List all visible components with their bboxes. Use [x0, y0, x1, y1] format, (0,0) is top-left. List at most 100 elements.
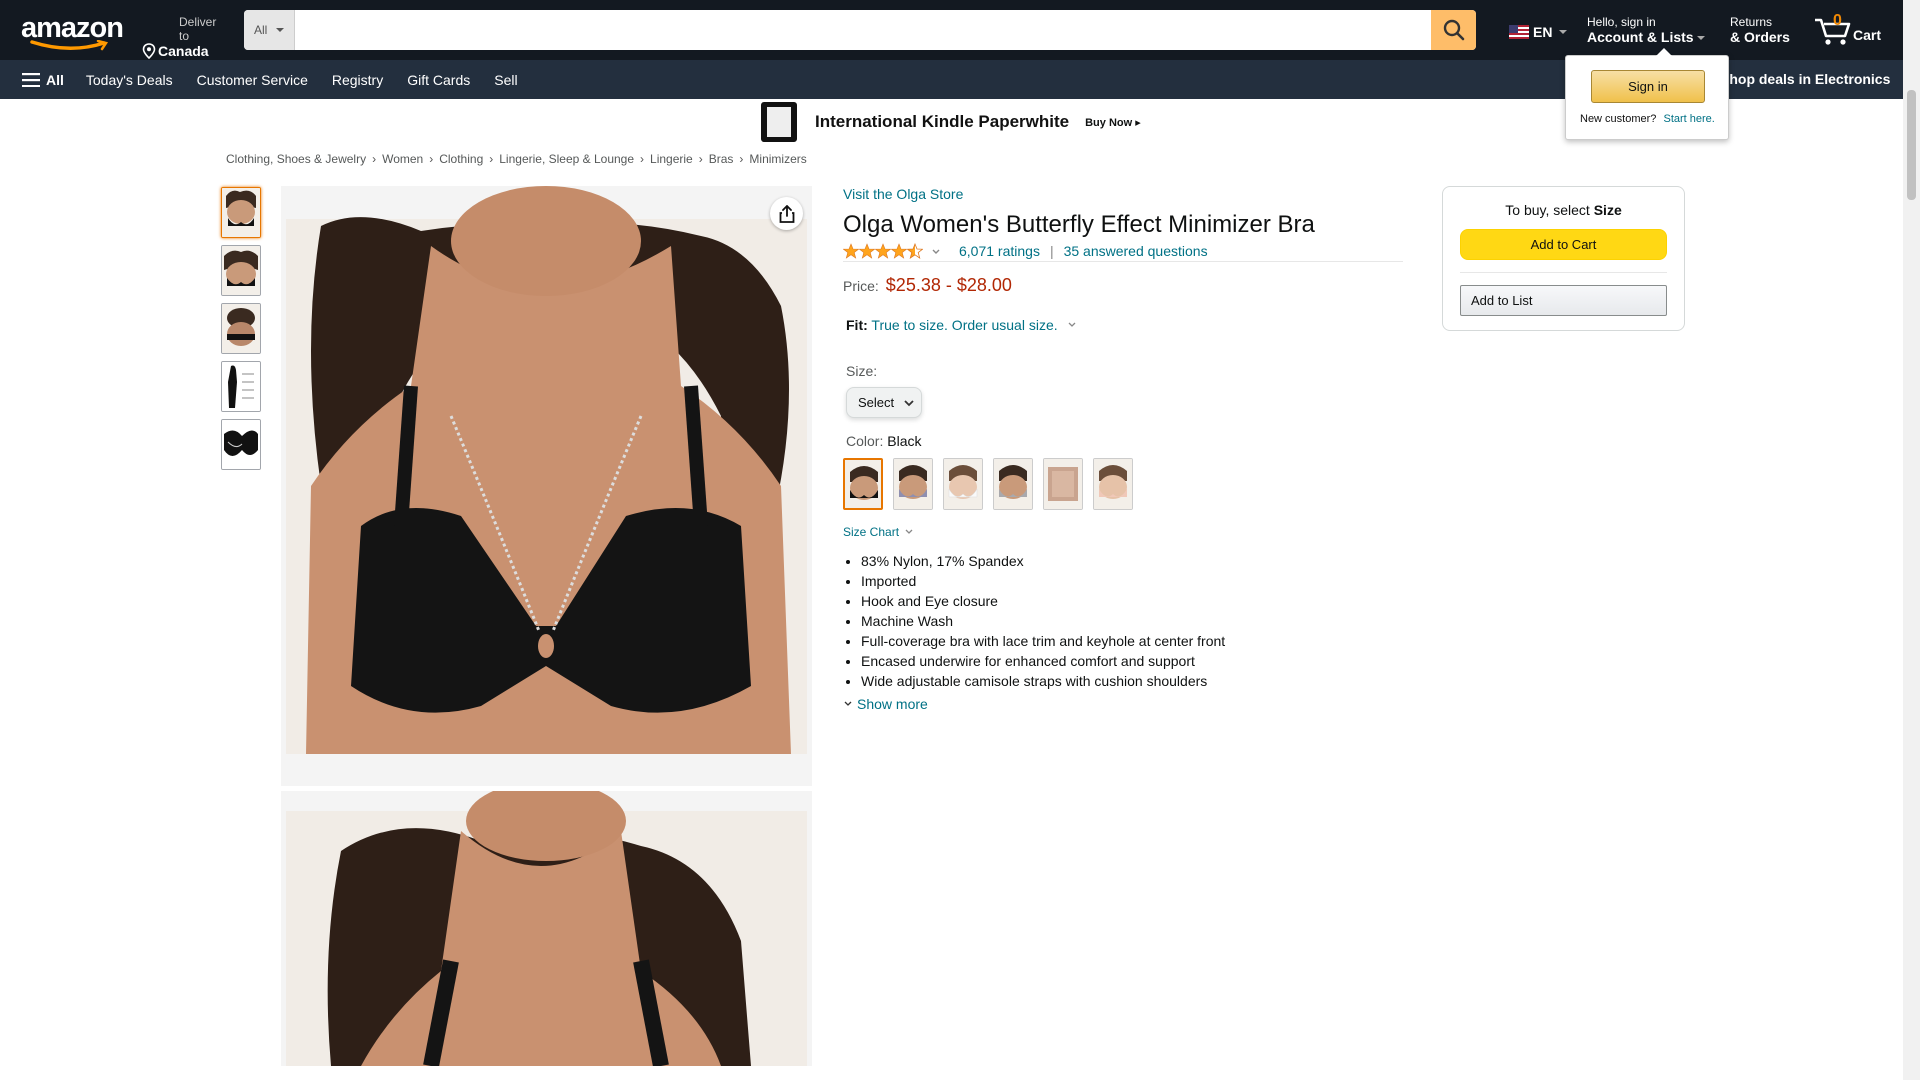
cart[interactable]: 0 Cart: [1813, 10, 1888, 50]
share-button[interactable]: [770, 197, 803, 230]
color-label: Color:: [846, 433, 884, 449]
swatch-image: [894, 459, 932, 509]
start-here-link[interactable]: Start here.: [1663, 113, 1714, 125]
deliver-label: Deliver to: [179, 15, 217, 43]
feature-bullet: Full-coverage bra with lace trim and key…: [861, 631, 1403, 651]
price-row: Price: $25.38 - $28.00: [843, 275, 1403, 296]
nav-belt: amazon Deliver to Canada All EN Hello, s…: [0, 0, 1903, 60]
search-category-dropdown[interactable]: All: [244, 10, 295, 50]
breadcrumb-item[interactable]: Lingerie, Sleep & Lounge: [499, 152, 634, 166]
thumbnail-4[interactable]: [221, 361, 261, 412]
language-selector[interactable]: EN: [1509, 24, 1568, 40]
scrollbar-thumb[interactable]: [1907, 90, 1916, 200]
product-thumbnail-image: [222, 246, 260, 295]
product-thumbnail-image: [222, 362, 260, 411]
product-thumbnail-image: [222, 304, 260, 353]
amazon-logo[interactable]: amazon: [16, 10, 124, 51]
star-rating[interactable]: [843, 243, 943, 259]
star-icon: [843, 243, 859, 259]
feature-bullet: Machine Wash: [861, 611, 1403, 631]
color-swatch-blush[interactable]: [1093, 458, 1133, 510]
chevron-down-icon: [1068, 322, 1075, 327]
banner-title: International Kindle Paperwhite: [815, 112, 1070, 131]
product-thumbnail-image: [222, 188, 260, 237]
show-more-label: Show more: [857, 696, 928, 712]
account-lists[interactable]: Hello, sign in Account & Lists: [1587, 15, 1705, 45]
add-to-cart-button[interactable]: Add to Cart: [1460, 229, 1667, 260]
size-dropdown-value: Select: [858, 395, 895, 410]
new-customer-label: New customer?: [1580, 113, 1657, 125]
thumbnail-3[interactable]: [221, 303, 261, 354]
main-product-image[interactable]: [281, 186, 812, 786]
secondary-product-image[interactable]: [281, 791, 812, 1066]
breadcrumb-item[interactable]: Minimizers: [749, 152, 806, 166]
product-photo: [281, 791, 812, 1066]
nav-gift-cards[interactable]: Gift Cards: [395, 72, 482, 88]
chevron-down-icon: [905, 529, 913, 534]
deliver-location: Canada: [158, 43, 209, 59]
price-value: $25.38 - $28.00: [885, 275, 1012, 295]
search-input[interactable]: [295, 10, 1431, 50]
feature-bullet: Encased underwire for enhanced comfort a…: [861, 651, 1403, 671]
size-chart-label: Size Chart: [843, 525, 900, 539]
breadcrumb-item[interactable]: Lingerie: [650, 152, 693, 166]
thumbnail-5[interactable]: [221, 419, 261, 470]
color-swatch-white[interactable]: [943, 458, 983, 510]
breadcrumb-item[interactable]: Clothing: [439, 152, 483, 166]
breadcrumb-item[interactable]: Clothing, Shoes & Jewelry: [226, 152, 366, 166]
answered-questions-link[interactable]: 35 answered questions: [1064, 243, 1208, 259]
returns-orders[interactable]: Returns & Orders: [1730, 15, 1790, 45]
product-details: Visit the Olga Store Olga Women's Butter…: [843, 186, 1403, 712]
store-link[interactable]: Visit the Olga Store: [843, 186, 963, 202]
add-to-list-button[interactable]: Add to List: [1460, 285, 1667, 316]
fit-row: Fit: True to size. Order usual size.: [846, 317, 1403, 333]
feature-bullets: 83% Nylon, 17% Spandex Imported Hook and…: [843, 551, 1403, 691]
search-button[interactable]: [1431, 10, 1476, 50]
nav-sell[interactable]: Sell: [482, 72, 529, 88]
all-menu-button[interactable]: All: [0, 72, 74, 88]
chevron-right-icon: ›: [698, 152, 703, 166]
star-icon: [859, 243, 875, 259]
color-swatch-black[interactable]: [843, 458, 883, 510]
kindle-banner[interactable]: International Kindle Paperwhite Buy Now …: [759, 102, 1141, 142]
deliver-to[interactable]: Deliver to Canada: [142, 15, 222, 59]
nav-todays-deals[interactable]: Today's Deals: [74, 72, 185, 88]
location-pin-icon: [142, 43, 156, 59]
fit-text: True to size. Order usual size.: [871, 317, 1058, 333]
nav-customer-service[interactable]: Customer Service: [185, 72, 320, 88]
page-scrollbar[interactable]: [1903, 0, 1920, 1080]
chevron-down-icon: [844, 701, 852, 706]
signin-button[interactable]: Sign in: [1591, 70, 1705, 103]
ratings-count-link[interactable]: 6,071 ratings: [959, 243, 1040, 259]
price-label: Price:: [843, 278, 879, 294]
cart-count: 0: [1833, 12, 1842, 29]
fit-link[interactable]: True to size. Order usual size.: [871, 317, 1077, 333]
product-title: Olga Women's Butterfly Effect Minimizer …: [843, 211, 1315, 238]
breadcrumb-item[interactable]: Women: [382, 152, 423, 166]
rating-row: 6,071 ratings | 35 answered questions: [843, 243, 1403, 262]
color-swatch-grey[interactable]: [993, 458, 1033, 510]
show-more-link[interactable]: Show more: [843, 696, 1403, 712]
search-bar: All: [244, 10, 1476, 50]
banner-buy-now[interactable]: Buy Now ▸: [1085, 116, 1141, 129]
account-greeting: Hello, sign in: [1587, 15, 1656, 29]
to-buy-text: To buy, select: [1505, 202, 1590, 218]
fit-label: Fit:: [846, 317, 868, 333]
thumbnail-1[interactable]: [221, 187, 261, 238]
size-chart-link[interactable]: Size Chart: [843, 525, 1403, 539]
nav-registry[interactable]: Registry: [320, 72, 395, 88]
breadcrumb: Clothing, Shoes & Jewelry › Women › Clothi…: [226, 152, 807, 166]
chevron-right-icon: ›: [640, 152, 645, 166]
color-swatch-lavender[interactable]: [893, 458, 933, 510]
size-dropdown[interactable]: Select: [846, 387, 922, 418]
chevron-down-icon: [932, 249, 940, 254]
image-thumbnails: [221, 187, 261, 477]
us-flag-icon: [1509, 25, 1529, 39]
color-swatches: [843, 458, 1403, 510]
swatch-image: [994, 459, 1032, 509]
nav-promo-link[interactable]: Shop deals in Electronics: [1720, 60, 1890, 99]
size-label: Size:: [846, 363, 878, 379]
breadcrumb-item[interactable]: Bras: [709, 152, 734, 166]
thumbnail-2[interactable]: [221, 245, 261, 296]
color-swatch-toast[interactable]: [1043, 458, 1083, 510]
